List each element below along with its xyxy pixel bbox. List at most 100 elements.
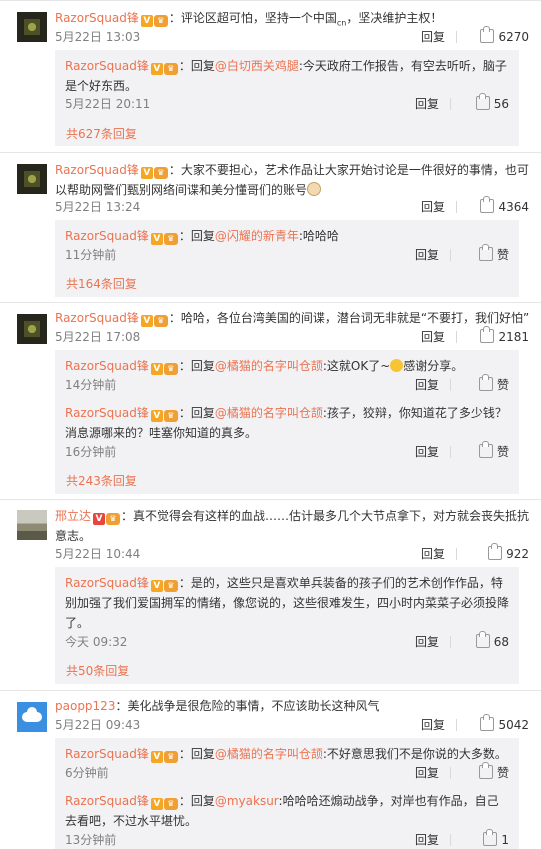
like-button[interactable]: 56 <box>459 93 509 113</box>
level-badge-icon: ♛ <box>153 315 168 327</box>
more-replies-link[interactable]: 共627条回复 <box>66 125 137 142</box>
mention-link[interactable]: @闪耀的新青年 <box>215 229 299 243</box>
like-button[interactable]: 922 <box>465 543 529 563</box>
comment-meta: 5月22日 17:08 回复 2181 <box>55 326 529 346</box>
thumbs-up-icon <box>480 326 495 343</box>
level-badge-icon: ♛ <box>163 233 178 245</box>
verified-badge-icon: V <box>140 315 153 327</box>
level-badge-icon: ♛ <box>153 15 168 27</box>
thumbs-up-icon <box>488 543 503 560</box>
username-link[interactable]: RazorSquad锋 <box>55 311 139 325</box>
mention-link[interactable]: @白切西关鸡腿 <box>215 59 299 73</box>
thumbs-up-icon <box>475 93 490 110</box>
verified-badge-icon: V <box>150 63 163 75</box>
like-button[interactable]: 5042 <box>465 714 529 734</box>
username-link[interactable]: RazorSquad锋 <box>65 406 149 420</box>
reply-button[interactable]: 回复 <box>415 95 439 113</box>
reply-button[interactable]: 回复 <box>415 831 439 849</box>
level-badge-icon: ♛ <box>163 63 178 75</box>
reply-button[interactable]: 回复 <box>421 328 445 346</box>
reply-button[interactable]: 回复 <box>421 545 445 563</box>
level-badge-icon: ♛ <box>163 410 178 422</box>
username-link[interactable]: paopp123 <box>55 699 115 713</box>
like-button[interactable]: 1 <box>459 829 509 849</box>
like-button[interactable]: 6270 <box>465 26 529 46</box>
mention-link[interactable]: @橘猫的名字叫仓颉 <box>215 406 323 420</box>
like-button[interactable]: 赞 <box>459 441 509 461</box>
reply-button[interactable]: 回复 <box>415 764 439 782</box>
level-badge-icon: ♛ <box>153 167 168 179</box>
username-link[interactable]: 邢立达 <box>55 509 91 523</box>
thumbs-up-icon <box>480 714 495 731</box>
reply-text: RazorSquad锋 V ♛ ：回复@橘猫的名字叫仓颉:孩子，狡辩，你知道花了多少钱… <box>65 406 507 440</box>
like-button[interactable]: 2181 <box>465 326 529 346</box>
reply-time: 6分钟前 <box>65 766 109 780</box>
level-badge-icon: ♛ <box>163 580 178 592</box>
avatar[interactable] <box>17 510 47 540</box>
avatar[interactable] <box>17 314 47 344</box>
username-link[interactable]: RazorSquad锋 <box>55 11 139 25</box>
mention-link[interactable]: @myaksur <box>215 794 279 808</box>
reply-meta: 今天 09:32 回复 68 <box>65 631 509 651</box>
thumbs-up-icon <box>478 441 493 458</box>
thumbs-up-icon <box>480 196 495 213</box>
mention-link[interactable]: @橘猫的名字叫仓颉 <box>215 747 323 761</box>
more-replies-link[interactable]: 共164条回复 <box>66 275 137 292</box>
level-badge-icon: ♛ <box>163 798 178 810</box>
reply-box: RazorSquad锋 V ♛ ：回复@白切西关鸡腿:今天政府工作报告，有空去听听，脑… <box>55 50 519 146</box>
smile-emoji-icon <box>390 359 404 372</box>
comment-text: RazorSquad锋 V ♛ ：大家不要担心，艺术作品让大家开始讨论是一件很好的事情… <box>55 163 529 197</box>
verified-badge-icon: V <box>150 798 163 810</box>
reply-button[interactable]: 回复 <box>415 376 439 394</box>
thumbs-up-icon <box>475 631 490 648</box>
reply-button[interactable]: 回复 <box>415 633 439 651</box>
reply-meta: 11分钟前 回复 赞 <box>65 244 509 264</box>
reply-button[interactable]: 回复 <box>421 198 445 216</box>
username-link[interactable]: RazorSquad锋 <box>65 576 149 590</box>
verified-badge-icon: V <box>150 580 163 592</box>
verified-badge-icon: V <box>150 363 163 375</box>
avatar[interactable] <box>17 702 47 732</box>
reply-text: RazorSquad锋 V ♛ ：回复@白切西关鸡腿:今天政府工作报告，有空去听听，脑… <box>65 59 507 93</box>
more-replies-link[interactable]: 共243条回复 <box>66 472 137 489</box>
comment-text: paopp123：美化战争是很危险的事情，不应该助长这种风气 <box>55 699 380 713</box>
thumbs-up-icon <box>480 26 495 43</box>
mention-link[interactable]: @橘猫的名字叫仓颉 <box>215 359 323 373</box>
username-link[interactable]: RazorSquad锋 <box>65 747 149 761</box>
comment-meta: 5月22日 13:03 回复 6270 <box>55 26 529 46</box>
username-link[interactable]: RazorSquad锋 <box>65 359 149 373</box>
more-replies-link[interactable]: 共50条回复 <box>66 662 129 679</box>
reply-button[interactable]: 回复 <box>415 443 439 461</box>
verified-badge-icon: V <box>150 233 163 245</box>
username-link[interactable]: RazorSquad锋 <box>55 163 139 177</box>
like-button[interactable]: 4364 <box>465 196 529 216</box>
thumbs-up-icon <box>478 244 493 261</box>
reply-text: RazorSquad锋 V ♛ ：回复@闪耀的新青年:哈哈哈 <box>65 229 339 245</box>
thumbs-up-icon <box>478 762 493 779</box>
verified-badge-icon: V <box>140 167 153 179</box>
avatar[interactable] <box>17 164 47 194</box>
reply-button[interactable]: 回复 <box>415 246 439 264</box>
username-link[interactable]: RazorSquad锋 <box>65 229 149 243</box>
reply-button[interactable]: 回复 <box>421 716 445 734</box>
reply-box: RazorSquad锋 V ♛ ：回复@橘猫的名字叫仓颉:不好意思我们不是你说的大多数… <box>55 738 519 849</box>
comment-time: 5月22日 13:24 <box>55 200 141 214</box>
reply-box: RazorSquad锋 V ♛ ：回复@橘猫的名字叫仓颉:这就OK了~ 感谢分享。 14… <box>55 350 519 494</box>
reply-time: 16分钟前 <box>65 445 117 459</box>
like-button[interactable]: 赞 <box>459 762 509 782</box>
like-button[interactable]: 68 <box>459 631 509 651</box>
username-link[interactable]: RazorSquad锋 <box>65 59 149 73</box>
level-badge-icon: ♛ <box>163 363 178 375</box>
verified-badge-icon: V <box>140 15 153 27</box>
reply-text: RazorSquad锋 V ♛ ：回复@橘猫的名字叫仓颉:这就OK了~ 感谢分享。 <box>65 359 464 375</box>
avatar[interactable] <box>17 12 47 42</box>
reply-button[interactable]: 回复 <box>421 28 445 46</box>
comment-time: 5月22日 13:03 <box>55 30 141 44</box>
like-button[interactable]: 赞 <box>459 374 509 394</box>
comment-meta: 5月22日 13:24 回复 4364 <box>55 196 529 216</box>
comment-time: 5月22日 17:08 <box>55 330 141 344</box>
like-button[interactable]: 赞 <box>459 244 509 264</box>
reply-text: RazorSquad锋 V ♛ ：回复@橘猫的名字叫仓颉:不好意思我们不是你说的大多数… <box>65 747 507 763</box>
comment-meta: 5月22日 09:43 回复 5042 <box>55 714 529 734</box>
username-link[interactable]: RazorSquad锋 <box>65 794 149 808</box>
